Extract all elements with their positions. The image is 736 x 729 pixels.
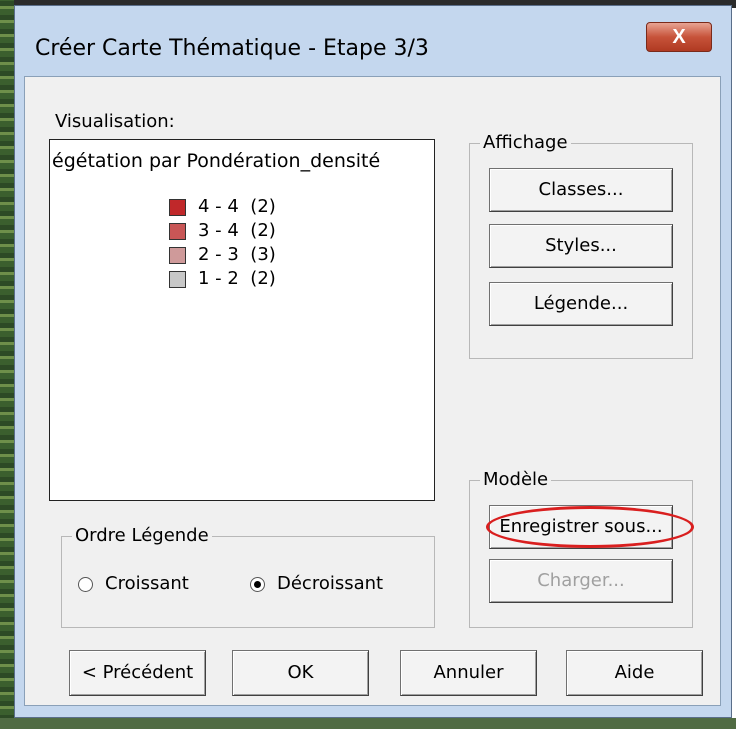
radio-indicator bbox=[78, 576, 93, 592]
title-bar[interactable]: Créer Carte Thématique - Etape 3/3 X bbox=[15, 6, 731, 76]
croissant-radio[interactable]: Croissant bbox=[78, 573, 189, 594]
croissant-label: Croissant bbox=[105, 573, 189, 594]
legend-count: (3) bbox=[250, 244, 276, 265]
decroissant-radio[interactable]: Décroissant bbox=[250, 573, 383, 594]
legend-item: 3 - 4 (2) bbox=[169, 220, 276, 242]
close-button[interactable]: X bbox=[646, 22, 712, 52]
legend-item: 4 - 4 (2) bbox=[169, 196, 276, 218]
radio-indicator bbox=[250, 576, 265, 592]
ok-button[interactable]: OK bbox=[232, 650, 369, 696]
ordre-legende-group: Ordre Légende Croissant Décroissant bbox=[61, 525, 435, 628]
legend-item: 2 - 3 (3) bbox=[169, 244, 276, 266]
red-annotation-ellipse bbox=[486, 506, 694, 548]
decroissant-label: Décroissant bbox=[277, 573, 384, 594]
styles-button[interactable]: Styles... bbox=[489, 224, 673, 268]
legend-count: (2) bbox=[250, 220, 276, 241]
background-map-edge bbox=[0, 0, 14, 729]
visualisation-label: Visualisation: bbox=[55, 111, 175, 132]
legend-range: 1 - 2 bbox=[198, 268, 239, 289]
background-strip-bottom bbox=[0, 718, 736, 729]
legend-swatch bbox=[169, 198, 186, 216]
cancel-button[interactable]: Annuler bbox=[400, 650, 537, 696]
legend-count: (2) bbox=[250, 196, 276, 217]
dialog-body: Visualisation: égétation par Pondération… bbox=[24, 76, 721, 706]
dialog-title: Créer Carte Thématique - Etape 3/3 bbox=[35, 36, 429, 61]
legend-swatch bbox=[169, 270, 186, 288]
legend-range: 2 - 3 bbox=[198, 244, 239, 265]
modele-group-label: Modèle bbox=[480, 469, 552, 490]
affichage-group-label: Affichage bbox=[480, 132, 571, 153]
modele-group: Modèle Enregistrer sous... Charger... bbox=[469, 469, 693, 628]
legend-swatch bbox=[169, 222, 186, 240]
legend-swatch bbox=[169, 246, 186, 264]
ordre-legende-group-label: Ordre Légende bbox=[72, 525, 212, 546]
help-button[interactable]: Aide bbox=[566, 650, 703, 696]
legend-range: 4 - 4 bbox=[198, 196, 239, 217]
affichage-group: Affichage Classes... Styles... Légende..… bbox=[469, 132, 693, 359]
legend-preview-title: égétation par Pondération_densité bbox=[52, 150, 381, 172]
legende-button[interactable]: Légende... bbox=[489, 282, 673, 326]
legend-range: 3 - 4 bbox=[198, 220, 239, 241]
legend-count: (2) bbox=[250, 268, 276, 289]
classes-button[interactable]: Classes... bbox=[489, 168, 673, 212]
load-button: Charger... bbox=[489, 559, 673, 603]
previous-button[interactable]: < Précédent bbox=[69, 650, 206, 696]
legend-item: 1 - 2 (2) bbox=[169, 268, 276, 290]
thematic-map-dialog: Créer Carte Thématique - Etape 3/3 X Vis… bbox=[14, 5, 732, 718]
legend-preview: égétation par Pondération_densité 4 - 4 … bbox=[49, 139, 435, 501]
